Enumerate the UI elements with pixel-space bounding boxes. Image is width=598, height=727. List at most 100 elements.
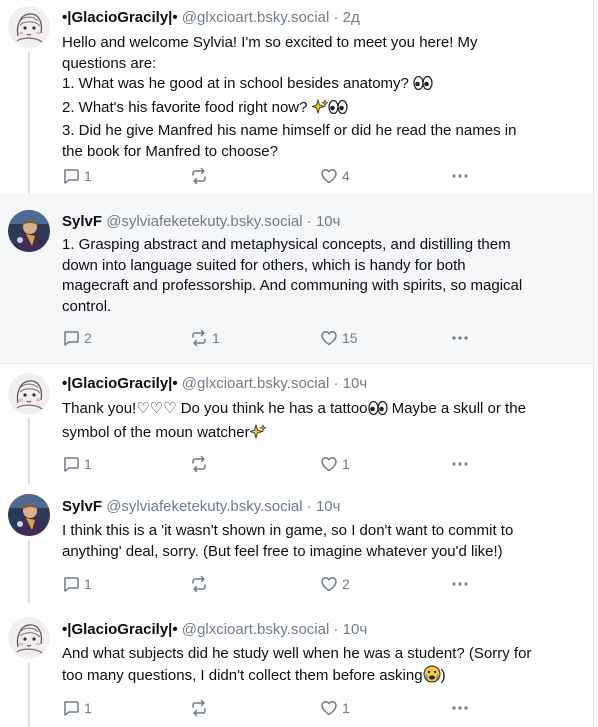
like-button[interactable]: 1 [320,698,350,718]
more-dots-icon [451,575,469,593]
author-name[interactable]: •|GlacioGracily|• [62,375,178,392]
reply-bubble-icon [62,167,80,185]
post-3[interactable]: •|GlacioGracily|• @glxcioart.bsky.social… [0,363,593,484]
author-name[interactable]: SylvF [62,213,102,230]
like-count: 1 [342,700,350,716]
sketch-avatar-icon [8,617,50,659]
post-text-fragment: ) [440,666,446,684]
post-2[interactable]: SylvF @sylviafeketekuty.bsky.social · 10… [0,193,593,363]
portrait-avatar-icon [8,210,50,252]
heart-icon [320,699,338,717]
thread-connector [28,419,30,484]
post-time[interactable]: 10ч [343,375,368,392]
author-name[interactable]: SylvF [62,498,102,515]
avatar-glaciogracily[interactable] [8,617,50,659]
post-text-line: Thank you!♡♡♡ Do you think he has a tatt… [62,400,368,417]
post-text-line: control. [62,297,112,315]
reply-button[interactable]: 1 [62,574,92,594]
post-text-line: questions are: [62,54,157,72]
repost-button[interactable] [190,574,212,594]
post-text-line: down into language suited for others, wh… [62,256,466,274]
like-count: 15 [342,330,358,346]
thread-connector [28,52,30,193]
sketch-avatar-icon [8,6,50,48]
like-count: 4 [342,168,350,184]
post-text: 1. Grasping abstract and metaphysical co… [62,235,587,317]
post-time[interactable]: 10ч [343,621,368,638]
heart-icon [320,455,338,473]
thread-feed: •|GlacioGracily|• @glxcioart.bsky.social… [0,0,593,727]
post-actions: 2 1 15 [62,328,482,348]
heart-icon [320,329,338,347]
like-button[interactable]: 15 [320,328,358,348]
reply-button[interactable]: 1 [62,698,92,718]
repost-button[interactable] [190,166,212,186]
thread-connector [28,663,30,727]
author-name[interactable]: •|GlacioGracily|• [62,9,178,26]
author-handle[interactable]: @sylviafeketekuty.bsky.social [106,498,302,515]
more-options-button[interactable] [451,574,469,594]
portrait-avatar-icon [8,494,50,536]
post-time[interactable]: 10ч [316,213,341,230]
more-dots-icon [451,329,469,347]
reply-button[interactable]: 2 [62,328,92,348]
more-options-button[interactable] [451,454,469,474]
post-text: Hello and welcome Sylvia! I'm so excited… [62,33,587,162]
post-time[interactable]: 2д [343,9,360,26]
avatar-glaciogracily[interactable] [8,6,50,48]
repost-button[interactable]: 1 [190,328,220,348]
author-name[interactable]: •|GlacioGracily|• [62,621,178,638]
avatar-sylvf[interactable] [8,210,50,252]
reply-button[interactable]: 1 [62,454,92,474]
sparkles-emoji-icon [310,98,329,122]
repost-count: 1 [212,330,220,346]
post-text-line: magecraft and professorship. And communi… [62,277,523,294]
author-handle[interactable]: @glxcioart.bsky.social [182,621,330,638]
avatar-glaciogracily[interactable] [8,373,50,415]
post-actions: 1 2 [62,574,482,594]
post-text: Thank you!♡♡♡ Do you think he has a tatt… [62,399,587,446]
reply-count: 1 [84,456,92,472]
post-header: •|GlacioGracily|• @glxcioart.bsky.social… [62,374,367,394]
reply-bubble-icon [62,575,80,593]
post-text-line: And what subjects did he study well when… [62,645,532,662]
like-count: 1 [342,456,350,472]
post-actions: 1 4 [62,166,482,186]
author-handle[interactable]: @glxcioart.bsky.social [182,375,330,392]
reply-button[interactable]: 1 [62,166,92,186]
repost-arrows-icon [190,455,208,473]
post-4[interactable]: SylvF @sylviafeketekuty.bsky.social · 10… [0,483,593,603]
like-count: 2 [342,576,350,592]
like-button[interactable]: 2 [320,574,350,594]
reply-bubble-icon [62,455,80,473]
separator-dot: · [333,9,339,26]
repost-arrows-icon [190,329,208,347]
post-5[interactable]: •|GlacioGracily|• @glxcioart.bsky.social… [0,603,593,727]
separator-dot: · [306,498,312,515]
post-text-fragment: Maybe a skull or the [387,400,526,417]
repost-button[interactable] [190,454,212,474]
more-options-button[interactable] [451,328,469,348]
post-header: •|GlacioGracily|• @glxcioart.bsky.social… [62,620,367,640]
like-button[interactable]: 1 [320,454,350,474]
repost-arrows-icon [190,699,208,717]
post-actions: 1 1 [62,454,482,474]
reply-count: 1 [84,700,92,716]
author-handle[interactable]: @glxcioart.bsky.social [182,9,330,26]
reply-bubble-icon [62,329,80,347]
post-header: SylvF @sylviafeketekuty.bsky.social · 10… [62,212,340,232]
post-text-line: 2. What's his favorite food right now? [62,98,308,116]
post-1[interactable]: •|GlacioGracily|• @glxcioart.bsky.social… [0,0,593,193]
more-options-button[interactable] [451,166,469,186]
post-text-line: I think this is a 'it wasn't shown in ga… [62,522,514,539]
post-text-line: Hello and welcome Sylvia! I'm so excited… [62,34,478,51]
post-header: SylvF @sylviafeketekuty.bsky.social · 10… [62,497,340,517]
post-time[interactable]: 10ч [316,498,341,515]
avatar-sylvf[interactable] [8,494,50,536]
like-button[interactable]: 4 [320,166,350,186]
post-text-line: symbol of the moun watcher [62,423,250,441]
repost-button[interactable] [190,698,212,718]
more-options-button[interactable] [451,698,469,718]
eyes-emoji-icon [367,400,388,423]
author-handle[interactable]: @sylviafeketekuty.bsky.social [106,213,302,230]
